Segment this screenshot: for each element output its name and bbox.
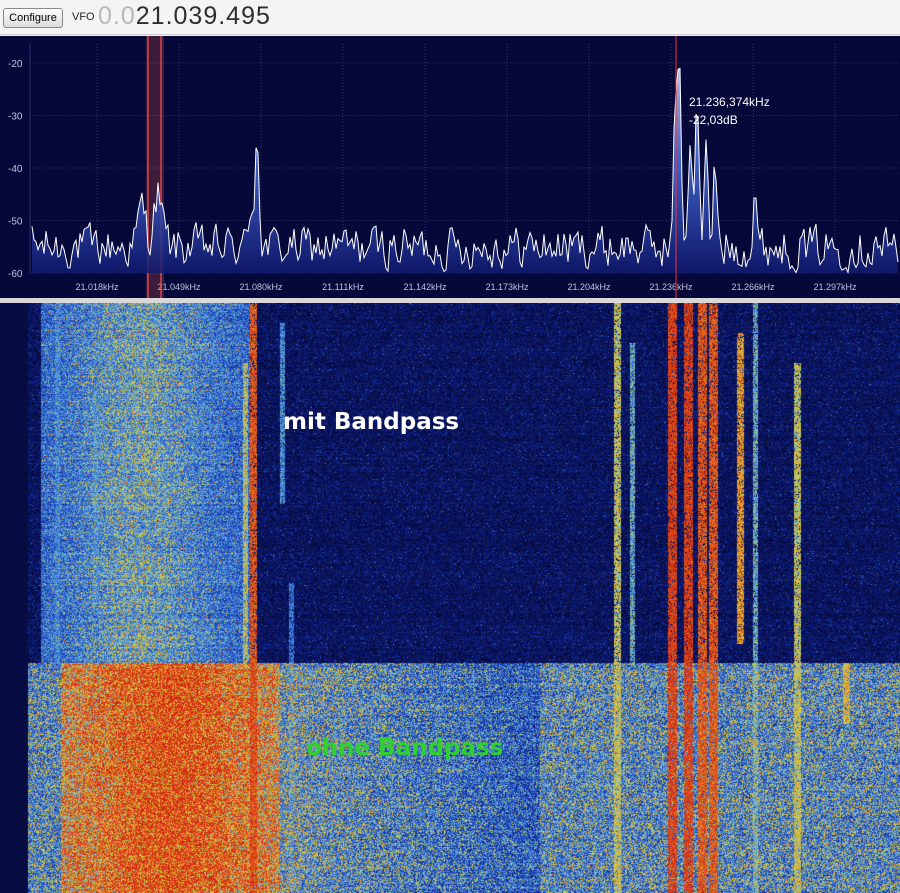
db-tick-label: -30	[8, 112, 23, 123]
db-tick-label: -60	[8, 269, 23, 280]
db-tick-label: -20	[8, 59, 23, 70]
frequency-tick-label: 21.204kHz	[567, 282, 611, 292]
db-tick-label: -50	[8, 217, 23, 228]
spectrum-display[interactable]: -20 -30 -40 -50 -60 21.018kHz 21.049kHz 21.080…	[0, 36, 900, 298]
vfo-leading-digits: 0.0	[98, 2, 136, 30]
frequency-tick-label: 21.173kHz	[485, 282, 529, 292]
label-mit-bandpass: mit Bandpass	[283, 409, 460, 435]
waterfall-canvas	[0, 303, 900, 893]
vfo-label: VFO	[72, 11, 95, 23]
configure-button[interactable]: Configure	[3, 8, 63, 28]
frequency-tick-label: 21.080kHz	[239, 282, 283, 292]
frequency-tick-label: 21.111kHz	[322, 282, 364, 292]
frequency-tick-label: 21.018kHz	[75, 282, 119, 292]
cursor-level-readout: -22,03dB	[689, 113, 738, 127]
label-ohne-bandpass: ohne Bandpass	[306, 735, 504, 761]
toolbar: Configure VFO 0.021.039.495	[0, 0, 900, 35]
db-tick-label: -40	[8, 164, 23, 175]
frequency-tick-label: 21.142kHz	[403, 282, 447, 292]
frequency-tick-label: 21.297kHz	[813, 282, 857, 292]
waterfall-display[interactable]: mit Bandpass ohne Bandpass	[0, 303, 900, 893]
vfo-frequency-readout[interactable]: 0.021.039.495	[98, 2, 271, 31]
vfo-frequency-digits: 21.039.495	[135, 2, 271, 30]
cursor-frequency-readout: 21.236,374kHz	[689, 95, 770, 109]
frequency-tick-label: 21.049kHz	[157, 282, 201, 292]
frequency-tick-label: 21.266kHz	[731, 282, 775, 292]
frequency-tick-label: 21.236kHz	[649, 282, 693, 292]
